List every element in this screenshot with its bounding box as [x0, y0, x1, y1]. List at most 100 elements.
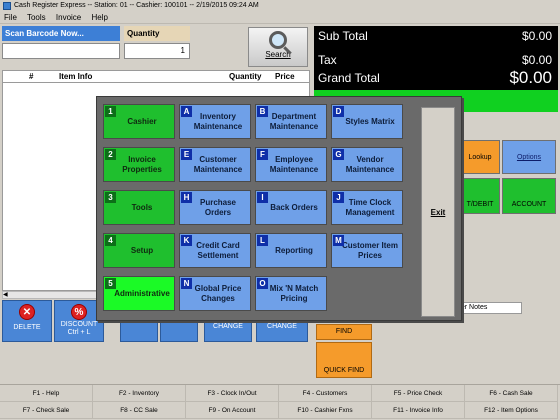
menu-cashier-button[interactable]: 1 Cashier: [103, 104, 175, 139]
subtotal-label: Sub Total: [318, 29, 368, 43]
col-quantity: Quantity: [229, 72, 262, 81]
menu-customer-maintenance-button[interactable]: E Customer Maintenance: [179, 147, 251, 182]
menu-purchase-orders-button[interactable]: H Purchase Orders: [179, 190, 251, 225]
menu-button-label: Back Orders: [270, 202, 318, 212]
change-label-1: CHANGE: [213, 323, 243, 330]
find-button[interactable]: FIND: [316, 324, 372, 340]
col-hash: #: [29, 72, 34, 81]
shortcut-key-badge: G: [333, 149, 344, 160]
menu-reporting-button[interactable]: L Reporting: [255, 233, 327, 268]
menu-inventory-maintenance-button[interactable]: A Inventory Maintenance: [179, 104, 251, 139]
menu-button-label: Global Price Changes: [194, 283, 242, 303]
grid-horizontal-scrollbar[interactable]: ◀: [2, 291, 102, 299]
shortcut-key-badge: O: [257, 278, 268, 289]
menu-file[interactable]: File: [4, 13, 17, 22]
tax-value: $0.00: [521, 53, 552, 67]
grand-total-row: Grand Total $0.00: [318, 68, 552, 88]
menu-mix-n-match-pricing-button[interactable]: O Mix 'N Match Pricing: [255, 276, 327, 311]
menu-invoice[interactable]: Invoice: [56, 13, 81, 22]
menu-button-label: Department Maintenance: [269, 111, 319, 131]
function-key-11[interactable]: F11 - Invoice Info: [372, 402, 465, 419]
shortcut-key-badge: L: [257, 235, 268, 246]
grand-total-value: $0.00: [509, 68, 552, 87]
scan-barcode-label: Scan Barcode Now...: [2, 26, 120, 41]
options-button[interactable]: Options: [502, 140, 556, 174]
col-item-info: Item Info: [59, 72, 93, 81]
search-button[interactable]: Search: [248, 27, 308, 67]
shortcut-key-badge: D: [333, 106, 344, 117]
menu-button-label: Administrative: [114, 288, 170, 298]
function-key-10[interactable]: F10 - Cashier Fxns: [279, 402, 372, 419]
function-key-4[interactable]: F4 - Customers: [279, 385, 372, 402]
shortcut-key-badge: E: [181, 149, 192, 160]
quick-find-button[interactable]: QUICK FIND: [316, 342, 372, 378]
menu-tools[interactable]: Tools: [27, 13, 46, 22]
menu-invoice-properties-button[interactable]: 2 Invoice Properties: [103, 147, 175, 182]
function-key-bar: F1 - Help F2 - Inventory F3 - Clock In/Out…: [0, 384, 560, 420]
subtotal-value: $0.00: [521, 29, 552, 43]
shortcut-key-badge: 5: [105, 278, 116, 289]
shortcut-key-badge: A: [181, 106, 192, 117]
menu-department-maintenance-button[interactable]: B Department Maintenance: [255, 104, 327, 139]
shortcut-key-badge: H: [181, 192, 192, 203]
function-key-5[interactable]: F5 - Price Check: [372, 385, 465, 402]
function-key-1[interactable]: F1 - Help: [0, 385, 93, 402]
exit-button[interactable]: Exit: [421, 107, 455, 317]
shortcut-key-badge: 4: [105, 235, 116, 246]
menu-button-label: Customer Maintenance: [193, 154, 243, 174]
function-key-2[interactable]: F2 - Inventory: [93, 385, 186, 402]
menu-button-label: Time Clock Management: [345, 197, 395, 217]
function-key-3[interactable]: F3 - Clock In/Out: [186, 385, 279, 402]
menu-styles-matrix-button[interactable]: D Styles Matrix: [331, 104, 403, 139]
shortcut-key-badge: J: [333, 192, 344, 203]
lookup-label: Lookup: [468, 154, 492, 161]
menu-button-label: Credit Card Settlement: [196, 240, 240, 260]
shortcut-key-badge: K: [181, 235, 192, 246]
delete-button[interactable]: ✕ DELETE: [2, 300, 52, 342]
quantity-label: Quantity: [124, 26, 190, 41]
menu-button-label: Customer Item Prices: [341, 240, 398, 260]
window-title-bar: Cash Register Express -- Station: 01 -- …: [0, 0, 560, 12]
menu-button-label: Styles Matrix: [345, 116, 395, 126]
function-key-6[interactable]: F6 - Cash Sale: [465, 385, 558, 402]
totals-panel: Sub Total $0.00 Tax $0.00 Grand Total $0…: [314, 26, 558, 90]
shortcut-key-badge: F: [257, 149, 268, 160]
account-button[interactable]: ACCOUNT: [502, 178, 556, 214]
grand-total-label: Grand Total: [318, 71, 380, 85]
menu-employee-maintenance-button[interactable]: F Employee Maintenance: [255, 147, 327, 182]
function-key-12[interactable]: F12 - Item Options: [465, 402, 558, 419]
col-price: Price: [275, 72, 295, 81]
quick-find-label: QUICK FIND: [323, 367, 365, 374]
change-label-2: CHANGE: [267, 323, 297, 330]
function-key-9[interactable]: F9 - On Account: [186, 402, 279, 419]
menu-time-clock-management-button[interactable]: J Time Clock Management: [331, 190, 403, 225]
menu-button-label: Vendor Maintenance: [345, 154, 395, 174]
debit-label: T/DEBIT: [466, 201, 494, 208]
menu-bar: File Tools Invoice Help: [0, 12, 560, 24]
quantity-input[interactable]: 1: [124, 43, 190, 59]
function-key-8[interactable]: F8 - CC Sale: [93, 402, 186, 419]
menu-administrative-button[interactable]: 5 Administrative: [103, 276, 175, 311]
shortcut-key-badge: 1: [105, 106, 116, 117]
menu-button-label: Inventory Maintenance: [193, 111, 243, 131]
menu-global-price-changes-button[interactable]: N Global Price Changes: [179, 276, 251, 311]
menu-customer-item-prices-button[interactable]: M Customer Item Prices: [331, 233, 403, 268]
menu-vendor-maintenance-button[interactable]: G Vendor Maintenance: [331, 147, 403, 182]
tax-row: Tax $0.00: [318, 52, 552, 68]
item-grid-header: # Item Info Quantity Price: [2, 70, 310, 83]
shortcut-key-badge: B: [257, 106, 268, 117]
function-key-7[interactable]: F7 - Check Sale: [0, 402, 93, 419]
shortcut-key-badge: N: [181, 278, 192, 289]
menu-help[interactable]: Help: [91, 13, 107, 22]
menu-credit-card-settlement-button[interactable]: K Credit Card Settlement: [179, 233, 251, 268]
menu-button-label: Invoice Properties: [122, 154, 162, 174]
menu-tools-button[interactable]: 3 Tools: [103, 190, 175, 225]
shortcut-key-badge: I: [257, 192, 268, 203]
discount-label: DISCOUNT: [60, 321, 98, 328]
menu-setup-button[interactable]: 4 Setup: [103, 233, 175, 268]
scroll-left-arrow[interactable]: ◀: [3, 292, 8, 298]
menu-back-orders-button[interactable]: I Back Orders: [255, 190, 327, 225]
discount-shortcut: Ctrl + L: [67, 329, 91, 336]
scan-barcode-input[interactable]: [2, 43, 120, 59]
subtotal-row: Sub Total $0.00: [318, 28, 552, 44]
